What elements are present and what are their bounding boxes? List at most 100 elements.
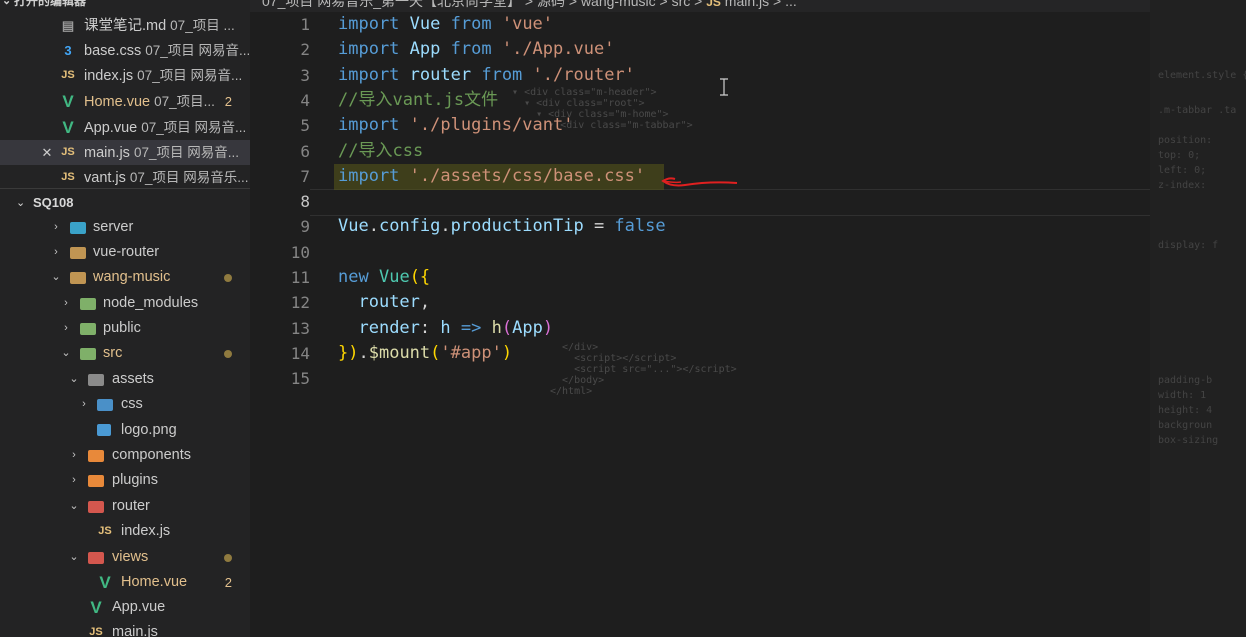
tree-label: src	[103, 345, 123, 361]
public-folder-icon	[80, 323, 96, 335]
breadcrumb-path: 07_项目 网易音乐_第一天【北京尚学堂】 > 源码 > wang-music …	[262, 0, 703, 9]
tree-file-router-index[interactable]: JS index.js	[0, 519, 250, 544]
line-number: 3	[300, 65, 310, 85]
tree-label: views	[112, 549, 149, 565]
line-number: 14	[290, 343, 310, 363]
workspace-name: SQ108	[33, 195, 74, 210]
js-file-icon: JS	[706, 0, 721, 9]
vue-file-icon: V	[62, 118, 74, 137]
text-cursor-icon	[720, 78, 728, 96]
chevron-down-icon: ⌄	[51, 271, 61, 283]
open-editors-header[interactable]: ⌄ 打开的编辑器	[0, 0, 250, 10]
markdown-icon: ▤	[61, 18, 75, 33]
tree-file-logo[interactable]: logo.png	[0, 418, 250, 443]
line-number: 9	[300, 217, 310, 237]
folder-open-icon	[70, 272, 86, 284]
section-divider	[0, 188, 250, 189]
tree-folder-css[interactable]: › css	[0, 392, 250, 417]
open-editor-path: 07_项目 网易音乐...	[129, 170, 249, 185]
open-editor-item[interactable]: V Home.vue 07_项目... 2	[0, 89, 250, 114]
js-file-icon: JS	[61, 69, 75, 81]
line-number: 1	[300, 15, 310, 34]
ghost-text: top: 0;	[1158, 150, 1201, 161]
tree-folder-views[interactable]: ⌄ views	[0, 545, 250, 570]
tree-file-app-vue[interactable]: V App.vue	[0, 595, 250, 620]
open-editor-item[interactable]: JS vant.js 07_项目 网易音乐...	[0, 165, 250, 190]
code-editor[interactable]: ▾ <div class="m-header"> ▾ <div class="r…	[250, 12, 1150, 637]
open-editor-item[interactable]: ▤ 课堂笔记.md 07_项目 ...	[0, 13, 250, 38]
chevron-down-icon: ⌄	[69, 373, 79, 385]
code-line: //导入css	[338, 140, 424, 161]
modified-dot	[224, 274, 232, 282]
tree-folder-server[interactable]: › server	[0, 215, 250, 240]
tree-folder-wang-music[interactable]: ⌄ wang-music	[0, 265, 250, 290]
ghost-text: .m-tabbar .ta	[1158, 105, 1237, 116]
line-number: 6	[300, 141, 310, 161]
ghost-text: padding-b	[1158, 375, 1213, 386]
js-file-icon: JS	[89, 626, 103, 637]
open-editor-item[interactable]: V App.vue 07_项目 网易音...	[0, 115, 250, 140]
vue-file-icon: V	[62, 92, 74, 111]
open-editor-name: base.css	[84, 43, 142, 59]
chevron-down-icon: ⌄	[69, 500, 79, 512]
open-editor-path: 07_项目 网易音...	[137, 68, 243, 83]
tree-folder-assets[interactable]: ⌄ assets	[0, 367, 250, 392]
open-editor-name: index.js	[84, 68, 134, 84]
line-number: 13	[290, 318, 310, 338]
open-editor-name: vant.js	[84, 170, 126, 186]
line-number: 8	[300, 192, 310, 212]
assets-folder-icon	[88, 374, 104, 386]
chevron-right-icon: ›	[82, 398, 86, 410]
components-folder-icon	[88, 450, 104, 462]
ghost-overlay: </div> <script></script> <script src="..…	[550, 342, 737, 397]
open-editor-item[interactable]: JS index.js 07_项目 网易音...	[0, 63, 250, 88]
code-line: render: h => h(App)	[358, 317, 554, 338]
ghost-text: z-index:	[1158, 180, 1207, 191]
tree-file-main-js[interactable]: JS main.js	[0, 620, 250, 637]
breadcrumb[interactable]: 07_项目 网易音乐_第一天【北京尚学堂】 > 源码 > wang-music …	[262, 0, 797, 11]
tree-file-home-vue[interactable]: V Home.vue 2	[0, 570, 250, 595]
chevron-right-icon: ›	[54, 221, 58, 233]
tree-folder-vue-router[interactable]: › vue-router	[0, 240, 250, 265]
workspace-header[interactable]: ⌄ SQ108	[0, 191, 250, 215]
tree-label: router	[112, 498, 150, 514]
open-editor-item[interactable]: 3 base.css 07_项目 网易音...	[0, 38, 250, 63]
chevron-right-icon: ›	[64, 322, 68, 334]
close-icon[interactable]: ✕	[39, 140, 55, 165]
folder-icon	[70, 247, 86, 259]
line-number: 5	[300, 116, 310, 136]
vue-file-icon: V	[90, 598, 102, 617]
code-line: import Vue from 'vue'	[338, 14, 554, 34]
code-line: new Vue({	[338, 267, 431, 287]
tree-folder-node-modules[interactable]: › node_modules	[0, 291, 250, 316]
chevron-right-icon: ›	[72, 449, 76, 461]
open-editor-item-active[interactable]: ✕ JS main.js 07_项目 网易音...	[0, 140, 250, 165]
tree-label: components	[112, 447, 191, 463]
open-editor-name: main.js	[84, 145, 130, 161]
tree-label: index.js	[121, 523, 171, 539]
modified-dot	[224, 350, 232, 358]
tree-folder-plugins[interactable]: › plugins	[0, 468, 250, 493]
line-number: 10	[290, 242, 310, 262]
chevron-down-icon: ⌄	[69, 551, 79, 563]
tree-label: Home.vue	[121, 574, 188, 590]
tree-folder-public[interactable]: › public	[0, 316, 250, 341]
chevron-right-icon: ›	[72, 474, 76, 486]
problems-badge: 2	[224, 575, 232, 590]
ghost-text: left: 0;	[1158, 165, 1207, 176]
open-editor-path: 07_项目 网易音...	[133, 145, 239, 160]
tree-label: plugins	[112, 472, 158, 488]
node-folder-icon	[80, 298, 96, 310]
ghost-text: element.style {	[1158, 70, 1246, 81]
ghost-text: width: 1	[1158, 390, 1207, 401]
open-editor-path: 07_项目 网易音...	[141, 120, 247, 135]
tree-folder-src[interactable]: ⌄ src	[0, 341, 250, 366]
chevron-down-icon: ⌄	[2, 0, 12, 7]
tree-folder-components[interactable]: › components	[0, 443, 250, 468]
ghost-text: display: f	[1158, 240, 1219, 251]
tree-label: node_modules	[103, 295, 199, 311]
tree-folder-router[interactable]: ⌄ router	[0, 494, 250, 519]
code-line: import App from './App.vue'	[338, 39, 615, 60]
ghost-text: box-sizing	[1158, 435, 1219, 446]
open-editor-path: 07_项目 网易音...	[145, 43, 250, 58]
